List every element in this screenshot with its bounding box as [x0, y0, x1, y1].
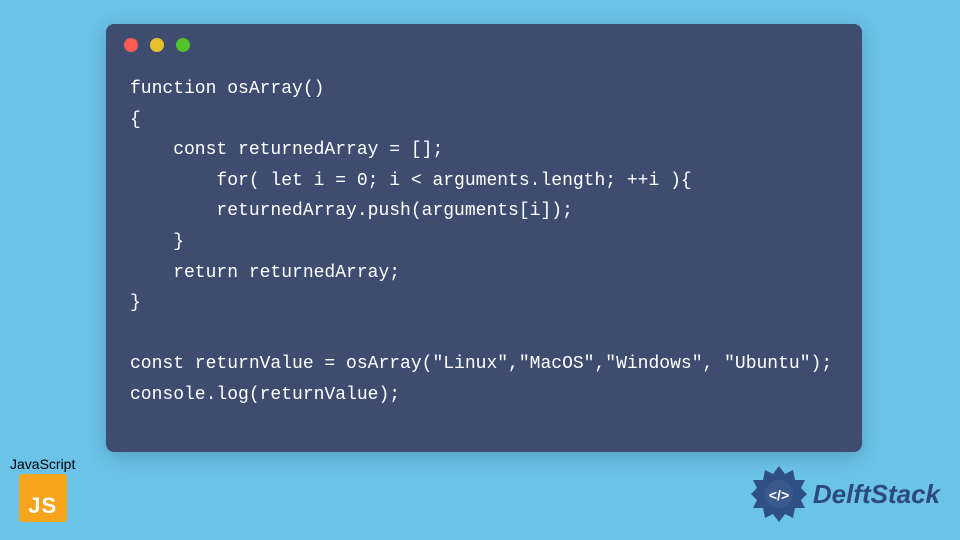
svg-text:</>: </>: [769, 487, 789, 503]
delftstack-icon: </>: [749, 464, 809, 524]
window-controls: [106, 24, 862, 60]
javascript-icon: JS: [19, 474, 67, 522]
maximize-icon: [176, 38, 190, 52]
close-icon: [124, 38, 138, 52]
code-window: function osArray() { const returnedArray…: [106, 24, 862, 452]
javascript-icon-text: JS: [28, 493, 57, 519]
javascript-label: JavaScript: [10, 456, 75, 472]
minimize-icon: [150, 38, 164, 52]
delftstack-text: DelftStack: [813, 479, 940, 510]
code-block: function osArray() { const returnedArray…: [106, 60, 862, 425]
javascript-badge: JavaScript JS: [10, 456, 75, 522]
delftstack-logo: </> DelftStack: [749, 464, 940, 524]
